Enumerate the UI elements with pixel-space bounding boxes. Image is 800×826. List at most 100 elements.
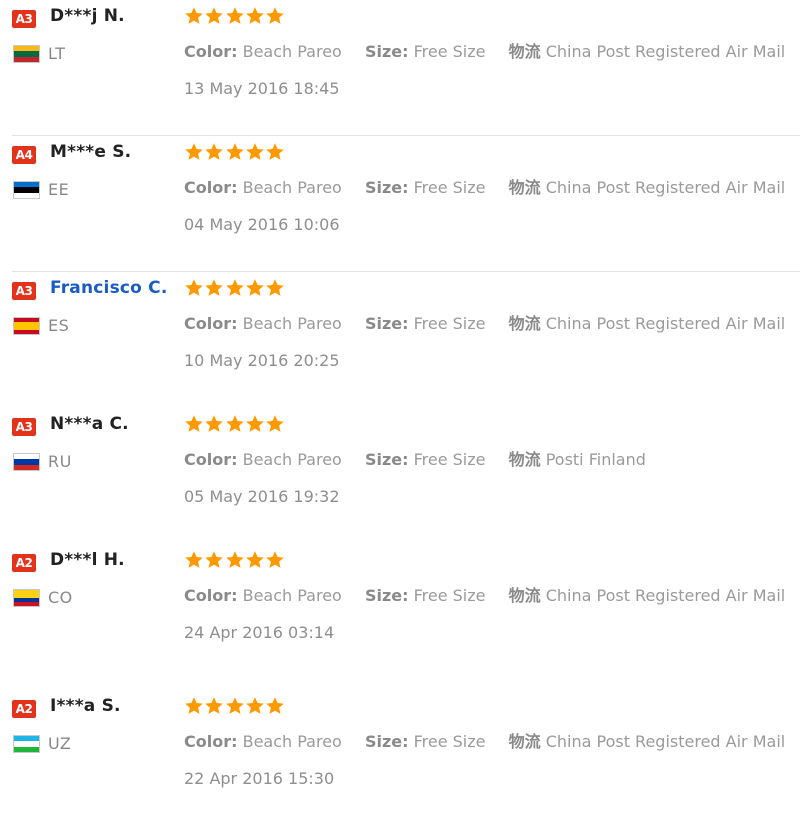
size-key: Size:	[364, 178, 409, 197]
star-icon	[205, 7, 224, 24]
buyer-name: I***a S.	[50, 696, 121, 716]
review-date: 24 Apr 2016 03:14	[184, 623, 335, 642]
country-code: ES	[48, 316, 70, 335]
shipping-key: 物流	[508, 732, 541, 751]
shipping-value: China Post Registered Air Mail	[545, 586, 786, 605]
country-code: UZ	[48, 734, 72, 753]
size-key: Size:	[364, 450, 409, 469]
estonia-flag-icon	[13, 181, 40, 199]
size-key: Size:	[364, 732, 409, 751]
star-icon	[205, 415, 224, 432]
review-date: 10 May 2016 20:25	[184, 351, 340, 370]
review-item: A3 D***j N. LT Color: Beach Pareo Size: …	[0, 0, 800, 136]
shipping-value: China Post Registered Air Mail	[545, 314, 786, 333]
buyer-level-badge: A2	[12, 700, 36, 718]
buyer-name: D***j N.	[50, 6, 125, 26]
size-value: Free Size	[413, 586, 486, 605]
color-value: Beach Pareo	[242, 586, 342, 605]
star-icon	[225, 551, 244, 568]
star-icon	[185, 415, 203, 432]
uzbekistan-flag-icon	[13, 735, 40, 753]
color-key: Color:	[184, 178, 238, 197]
size-value: Free Size	[413, 178, 486, 197]
size-value: Free Size	[413, 314, 486, 333]
shipping-value: China Post Registered Air Mail	[545, 178, 786, 197]
star-icon	[266, 7, 284, 24]
star-icon	[205, 551, 224, 568]
order-attributes: Color: Beach Pareo Size: Free Size 物流 Ch…	[184, 174, 785, 198]
size-key: Size:	[364, 586, 409, 605]
color-key: Color:	[184, 42, 238, 61]
order-attributes: Color: Beach Pareo Size: Free Size 物流 Ch…	[184, 310, 785, 334]
country-code: LT	[48, 44, 66, 63]
star-icon	[246, 415, 264, 432]
country-code: EE	[48, 180, 70, 199]
color-key: Color:	[184, 450, 238, 469]
shipping-key: 物流	[508, 314, 541, 333]
star-rating	[184, 550, 285, 572]
buyer-level-badge: A2	[12, 554, 36, 572]
star-icon	[246, 279, 264, 296]
colombia-flag-icon	[13, 589, 40, 607]
shipping-key: 物流	[508, 42, 541, 61]
shipping-key: 物流	[508, 450, 541, 469]
review-date: 22 Apr 2016 15:30	[184, 769, 335, 788]
star-icon	[246, 697, 264, 714]
buyer-level-badge: A3	[12, 282, 36, 300]
lithuania-flag-icon	[13, 45, 40, 63]
color-value: Beach Pareo	[242, 178, 342, 197]
review-item: A2 D***l H. CO Color: Beach Pareo Size: …	[0, 544, 800, 680]
color-key: Color:	[184, 314, 238, 333]
order-attributes: Color: Beach Pareo Size: Free Size 物流 Ch…	[184, 582, 785, 606]
review-date: 05 May 2016 19:32	[184, 487, 340, 506]
buyer-name[interactable]: Francisco C.	[50, 278, 168, 298]
star-icon	[246, 7, 264, 24]
review-item: A4 M***e S. EE Color: Beach Pareo Size: …	[0, 136, 800, 272]
star-icon	[185, 7, 203, 24]
star-rating	[184, 6, 285, 28]
color-key: Color:	[184, 586, 238, 605]
buyer-level-badge: A4	[12, 146, 36, 164]
size-key: Size:	[364, 42, 409, 61]
star-icon	[225, 279, 244, 296]
review-date: 04 May 2016 10:06	[184, 215, 340, 234]
color-value: Beach Pareo	[242, 42, 342, 61]
star-icon	[205, 279, 224, 296]
buyer-level-badge: A3	[12, 10, 36, 28]
star-icon	[266, 415, 284, 432]
size-value: Free Size	[413, 42, 486, 61]
star-rating	[184, 414, 285, 436]
star-rating	[184, 278, 285, 300]
shipping-value: China Post Registered Air Mail	[545, 42, 786, 61]
star-rating	[184, 142, 285, 164]
order-attributes: Color: Beach Pareo Size: Free Size 物流 Ch…	[184, 38, 785, 62]
color-value: Beach Pareo	[242, 314, 342, 333]
buyer-level-badge: A3	[12, 418, 36, 436]
review-item: A2 I***a S. UZ Color: Beach Pareo Size: …	[0, 690, 800, 826]
shipping-value: China Post Registered Air Mail	[545, 732, 786, 751]
review-item: A3 Francisco C. ES Color: Beach Pareo Si…	[0, 272, 800, 408]
order-attributes: Color: Beach Pareo Size: Free Size 物流 Po…	[184, 446, 646, 470]
star-icon	[225, 143, 244, 160]
star-icon	[185, 143, 203, 160]
star-icon	[185, 697, 203, 714]
star-rating	[184, 696, 285, 718]
review-item: A3 N***a C. RU Color: Beach Pareo Size: …	[0, 408, 800, 544]
russia-flag-icon	[13, 453, 40, 471]
star-icon	[225, 697, 244, 714]
color-key: Color:	[184, 732, 238, 751]
star-icon	[185, 551, 203, 568]
shipping-key: 物流	[508, 586, 541, 605]
star-icon	[225, 415, 244, 432]
star-icon	[246, 551, 264, 568]
country-code: CO	[48, 588, 73, 607]
buyer-name: N***a C.	[50, 414, 129, 434]
shipping-key: 物流	[508, 178, 541, 197]
color-value: Beach Pareo	[242, 732, 342, 751]
star-icon	[205, 143, 224, 160]
buyer-name: M***e S.	[50, 142, 132, 162]
order-attributes: Color: Beach Pareo Size: Free Size 物流 Ch…	[184, 728, 785, 752]
buyer-name: D***l H.	[50, 550, 125, 570]
review-date: 13 May 2016 18:45	[184, 79, 340, 98]
star-icon	[246, 143, 264, 160]
